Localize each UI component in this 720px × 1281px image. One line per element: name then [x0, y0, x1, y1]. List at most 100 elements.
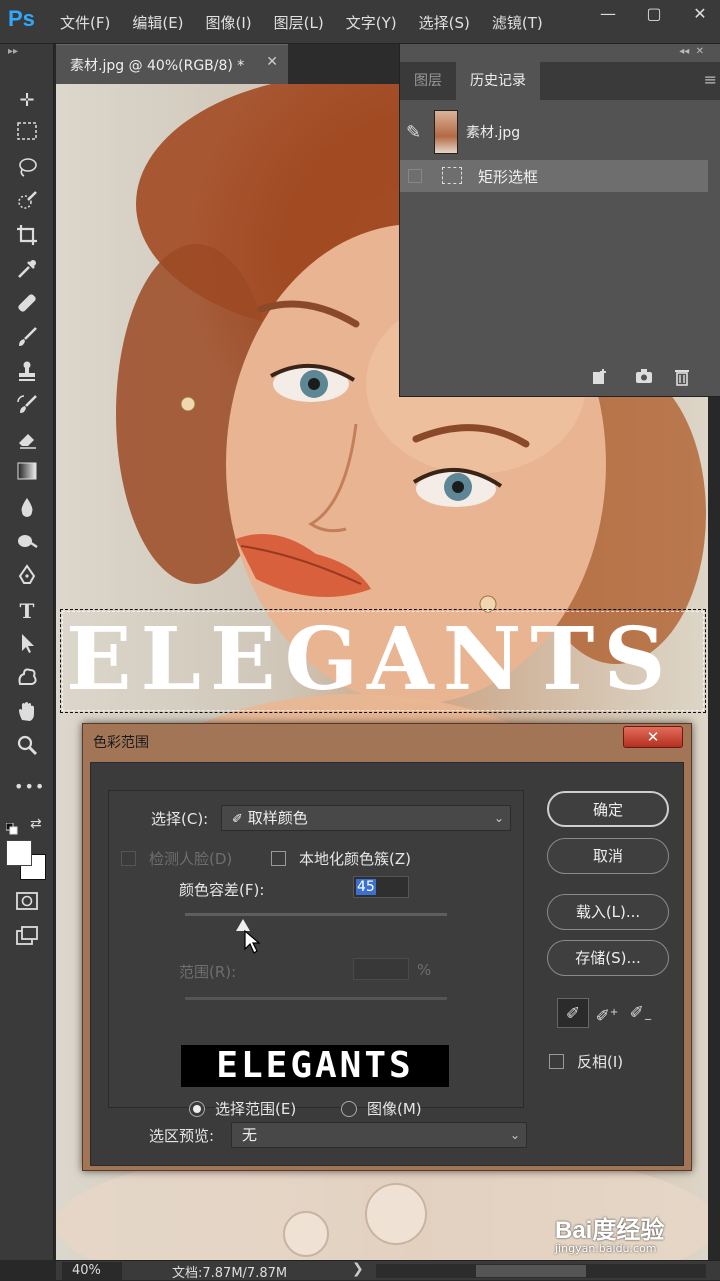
delete-state-icon[interactable]: [672, 368, 692, 388]
eyedropper-tool-icon[interactable]: [14, 258, 40, 284]
window-controls: — ▢ ✕: [598, 4, 710, 24]
screen-mode-icon[interactable]: [14, 926, 40, 952]
history-brush-source-icon[interactable]: ✎: [406, 122, 421, 143]
history-state-label: 矩形选框: [478, 168, 539, 186]
history-panel: ◂◂ ✕ 图层 历史记录 ≡ ✎ 素材.jpg 矩形选框: [399, 44, 720, 397]
history-brush-tool-icon[interactable]: [14, 394, 40, 420]
tab-history[interactable]: 历史记录: [456, 62, 540, 100]
path-selection-tool-icon[interactable]: [14, 632, 40, 658]
marquee-tool-icon[interactable]: [14, 122, 40, 148]
horizontal-scrollbar[interactable]: [376, 1264, 706, 1278]
swap-colors-icon[interactable]: ⇄: [30, 816, 42, 832]
tools-panel: ▸▸ ✛ T ••• ⇄: [0, 44, 54, 1260]
panel-tabs: 图层 历史记录 ≡: [400, 62, 720, 100]
eraser-tool-icon[interactable]: [14, 428, 40, 454]
localized-clusters-label: 本地化颜色簇(Z): [299, 850, 411, 868]
main-menu: 文件(F) 编辑(E) 图像(I) 图层(L) 文字(Y) 选择(S) 滤镜(T…: [60, 0, 565, 44]
default-colors-icon[interactable]: [5, 820, 18, 835]
options-group: 选择(C): ✐ 取样颜色 ⌄ 检测人脸(D) 本地化颜色簇(Z) 颜色容差(F…: [108, 790, 524, 1118]
menu-edit[interactable]: 编辑(E): [132, 12, 183, 33]
select-dropdown[interactable]: ✐ 取样颜色 ⌄: [221, 805, 511, 831]
custom-shape-tool-icon[interactable]: [14, 666, 40, 692]
more-tools-icon[interactable]: •••: [14, 774, 44, 800]
dialog-body: 选择(C): ✐ 取样颜色 ⌄ 检测人脸(D) 本地化颜色簇(Z) 颜色容差(F…: [90, 762, 684, 1166]
history-state-row[interactable]: 矩形选框: [400, 160, 708, 192]
range-input[interactable]: [353, 958, 409, 980]
lasso-tool-icon[interactable]: [14, 156, 40, 182]
selection-radio[interactable]: [189, 1101, 205, 1117]
document-tab[interactable]: 素材.jpg @ 40%(RGB/8) * ✕: [56, 44, 288, 84]
eyedropper-icon[interactable]: ✐: [557, 998, 589, 1028]
new-document-from-state-icon[interactable]: [590, 368, 610, 388]
detect-faces-checkbox[interactable]: [121, 851, 136, 866]
range-unit: %: [417, 961, 432, 979]
photoshop-logo: Ps: [8, 6, 35, 31]
selection-preview[interactable]: ELEGANTS: [181, 1045, 449, 1087]
watermark-url: jingyan.baidu.com: [555, 1242, 657, 1255]
menu-type[interactable]: 文字(Y): [346, 12, 397, 33]
subtract-from-sample-eyedropper-icon[interactable]: ✐−: [625, 998, 657, 1028]
menu-select[interactable]: 选择(S): [419, 12, 470, 33]
foreground-color-swatch[interactable]: [6, 840, 32, 866]
menu-filter[interactable]: 滤镜(T): [492, 12, 543, 33]
toolbar-collapse-icon[interactable]: ▸▸: [8, 46, 18, 57]
panel-menu-icon[interactable]: ≡: [704, 70, 717, 89]
invert-checkbox[interactable]: [549, 1054, 564, 1069]
move-tool-icon[interactable]: ✛: [14, 88, 40, 114]
crop-tool-icon[interactable]: [14, 224, 40, 250]
range-label: 范围(R):: [179, 963, 237, 981]
zoom-level-field[interactable]: 40%: [62, 1262, 122, 1280]
type-tool-icon[interactable]: T: [14, 598, 40, 624]
maximize-icon[interactable]: ▢: [644, 4, 664, 24]
range-slider-track[interactable]: [185, 997, 447, 1000]
history-state-checkbox[interactable]: [408, 169, 422, 183]
localized-clusters-checkbox[interactable]: [271, 851, 286, 866]
healing-brush-tool-icon[interactable]: [14, 292, 40, 318]
hand-tool-icon[interactable]: [14, 700, 40, 726]
history-snapshot-row[interactable]: ✎ 素材.jpg: [400, 110, 720, 154]
watermark-text: Bai度经验: [555, 1217, 665, 1244]
quick-selection-tool-icon[interactable]: [14, 190, 40, 216]
chevron-down-icon: ⌄: [509, 1128, 520, 1142]
select-dropdown-value: 取样颜色: [247, 809, 308, 827]
selection-radio-label: 选择范围(E): [215, 1100, 297, 1118]
stamp-tool-icon[interactable]: [14, 360, 40, 386]
snapshot-camera-icon[interactable]: [634, 368, 654, 388]
marquee-state-icon: [442, 167, 462, 184]
pen-tool-icon[interactable]: [14, 564, 40, 590]
fuzziness-slider-track[interactable]: [185, 913, 447, 916]
blur-tool-icon[interactable]: [14, 496, 40, 522]
tab-layers[interactable]: 图层: [400, 62, 456, 100]
tab-strip: [288, 44, 400, 84]
image-radio[interactable]: [341, 1101, 357, 1117]
gradient-tool-icon[interactable]: [14, 462, 40, 488]
menu-image[interactable]: 图像(I): [206, 12, 252, 33]
brush-tool-icon[interactable]: [14, 326, 40, 352]
load-button[interactable]: 载入(L)...: [547, 894, 669, 930]
scrollbar-thumb[interactable]: [476, 1265, 586, 1277]
close-icon[interactable]: ✕: [690, 4, 710, 24]
dialog-close-button[interactable]: ✕: [623, 726, 683, 748]
ok-button[interactable]: 确定: [547, 791, 669, 827]
snapshot-thumbnail: [434, 110, 458, 154]
baidu-watermark: Bai度经验 jingyan.baidu.com: [555, 1210, 664, 1255]
add-to-sample-eyedropper-icon[interactable]: ✐+: [591, 998, 623, 1028]
canvas-title-text: ELEGANTS: [66, 609, 675, 710]
save-button[interactable]: 存储(S)...: [547, 940, 669, 976]
close-document-icon[interactable]: ✕: [266, 54, 278, 70]
status-menu-arrow-icon[interactable]: ❯: [352, 1261, 364, 1277]
document-size-info: 文档:7.87M/7.87M: [172, 1266, 288, 1281]
menu-layer[interactable]: 图层(L): [274, 12, 324, 33]
panel-collapse-icon[interactable]: ◂◂ ✕: [679, 46, 704, 57]
select-label: 选择(C):: [151, 810, 209, 828]
fuzziness-input[interactable]: 45: [353, 876, 409, 898]
zoom-tool-icon[interactable]: [14, 734, 40, 760]
dialog-title: 色彩范围: [93, 735, 149, 751]
dodge-tool-icon[interactable]: [14, 530, 40, 556]
selection-preview-dropdown[interactable]: 无 ⌄: [231, 1122, 527, 1148]
minimize-icon[interactable]: —: [598, 4, 618, 24]
cancel-button[interactable]: 取消: [547, 838, 669, 874]
history-panel-footer: [400, 360, 720, 396]
menu-file[interactable]: 文件(F): [60, 12, 110, 33]
quick-mask-icon[interactable]: [14, 892, 40, 918]
